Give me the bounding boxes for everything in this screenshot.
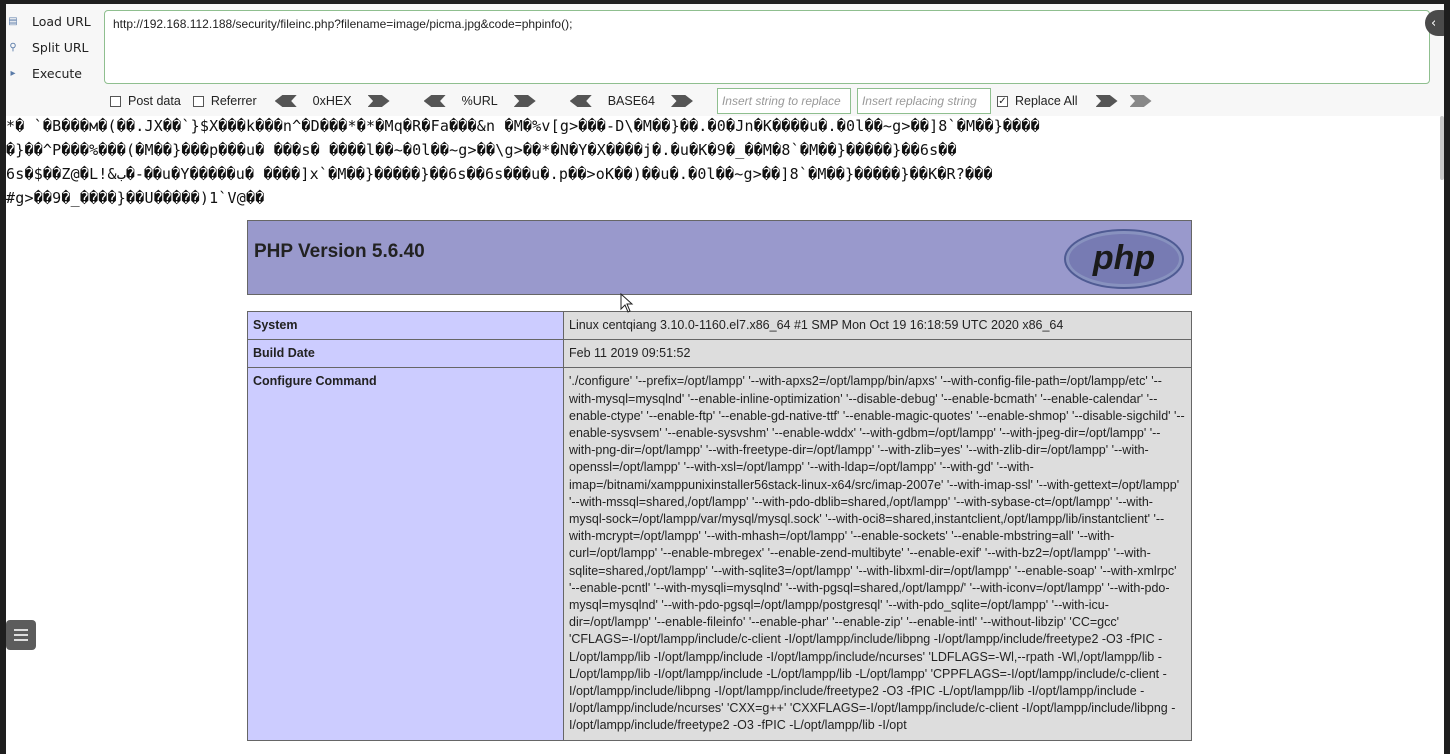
split-url-icon: ⚲ xyxy=(9,41,17,53)
collapse-icon: ‹ xyxy=(1431,15,1437,31)
load-url-button[interactable]: ▤ Load URL xyxy=(6,10,91,32)
menu-icon[interactable] xyxy=(6,620,36,650)
table-row: Build Date Feb 11 2019 09:51:52 xyxy=(247,339,1192,369)
phpinfo-header: PHP Version 5.6.40 php xyxy=(247,220,1192,295)
base64-decode-arrow-icon[interactable] xyxy=(569,95,592,107)
url-input[interactable]: http://192.168.112.188/security/fileinc.… xyxy=(104,10,1430,84)
post-data-label: Post data xyxy=(128,94,181,108)
url-decode-arrow-icon[interactable] xyxy=(423,95,446,107)
hex-encoder: 0xHEX xyxy=(269,94,396,108)
replace-all-box[interactable]: ✓ xyxy=(996,95,1008,107)
url-encoder: %URL xyxy=(418,94,542,108)
table-row: Configure Command './configure' '--prefi… xyxy=(247,367,1192,741)
hex-decode-arrow-icon[interactable] xyxy=(274,95,297,107)
execute-icon: ▸ xyxy=(10,67,16,79)
binary-line: �}��^P���%���(�M��}���p���u� ���s� ����l… xyxy=(6,141,957,159)
php-version-title: PHP Version 5.6.40 xyxy=(254,241,425,262)
referrer-box[interactable] xyxy=(192,95,204,107)
phpinfo-table: System Linux centqiang 3.10.0-1160.el7.x… xyxy=(247,310,1192,741)
split-url-label: Split URL xyxy=(32,39,89,55)
scrollbar[interactable] xyxy=(1440,116,1444,180)
hex-label: 0xHEX xyxy=(312,94,352,108)
binary-line: #g>��9�_����}��U�����)1`V@�� xyxy=(6,189,265,207)
execute-button[interactable]: ▸ Execute xyxy=(6,62,82,84)
url-encode-arrow-icon[interactable] xyxy=(513,95,536,107)
replace-alt-arrow-icon[interactable] xyxy=(1129,95,1152,107)
replace-arrow-icon[interactable] xyxy=(1095,95,1118,107)
replace-all-checkbox[interactable]: ✓ Replace All xyxy=(996,94,1078,108)
url-enc-label: %URL xyxy=(461,94,498,108)
base64-encode-arrow-icon[interactable] xyxy=(670,95,693,107)
referrer-label: Referrer xyxy=(210,94,257,108)
load-url-label: Load URL xyxy=(32,13,91,29)
base64-encoder: BASE64 xyxy=(564,94,699,108)
hex-encode-arrow-icon[interactable] xyxy=(367,95,390,107)
browser-viewport: ▤ Load URL ⚲ Split URL ▸ Execute http://… xyxy=(6,4,1444,754)
table-row: System Linux centqiang 3.10.0-1160.el7.x… xyxy=(247,310,1192,341)
replace-with-input[interactable]: Insert replacing string xyxy=(856,88,991,114)
split-url-button[interactable]: ⚲ Split URL xyxy=(6,36,89,58)
row-value: './configure' '--prefix=/opt/lampp' '--w… xyxy=(563,367,1192,741)
post-data-checkbox[interactable]: Post data xyxy=(110,94,181,108)
row-key: System xyxy=(247,310,564,341)
post-data-box[interactable] xyxy=(110,95,121,107)
row-key: Configure Command xyxy=(247,367,564,741)
row-value: Linux centqiang 3.10.0-1160.el7.x86_64 #… xyxy=(563,310,1192,341)
hackbar-toolbar: Post data Referrer 0xHEX %URL BASE64 Ins… xyxy=(110,88,1430,114)
binary-output: *� `�B���м�(��.JX��`}$X���k���n^�D���*�*… xyxy=(6,114,1436,210)
collapse-button[interactable]: ‹ xyxy=(1425,10,1444,36)
binary-line: *� `�B���м�(��.JX��`}$X���k���n^�D���*�*… xyxy=(6,117,1040,135)
php-logo-text: php xyxy=(1092,239,1155,277)
referrer-checkbox[interactable]: Referrer xyxy=(192,94,257,108)
load-url-icon: ▤ xyxy=(8,15,18,27)
execute-label: Execute xyxy=(32,65,82,81)
cursor-icon xyxy=(620,293,634,313)
binary-line: 6s�$��Z@�L!&ب�-��u�Y�����u� ����]x`�M��}… xyxy=(6,165,993,183)
base64-label: BASE64 xyxy=(607,94,655,108)
replace-find-input[interactable]: Insert string to replace xyxy=(716,88,851,114)
php-logo-icon: php xyxy=(1064,229,1184,289)
hackbar-panel: ▤ Load URL ⚲ Split URL ▸ Execute http://… xyxy=(6,4,1444,116)
row-value: Feb 11 2019 09:51:52 xyxy=(563,339,1192,369)
replace-all-label: Replace All xyxy=(1014,94,1078,108)
row-key: Build Date xyxy=(247,339,564,369)
